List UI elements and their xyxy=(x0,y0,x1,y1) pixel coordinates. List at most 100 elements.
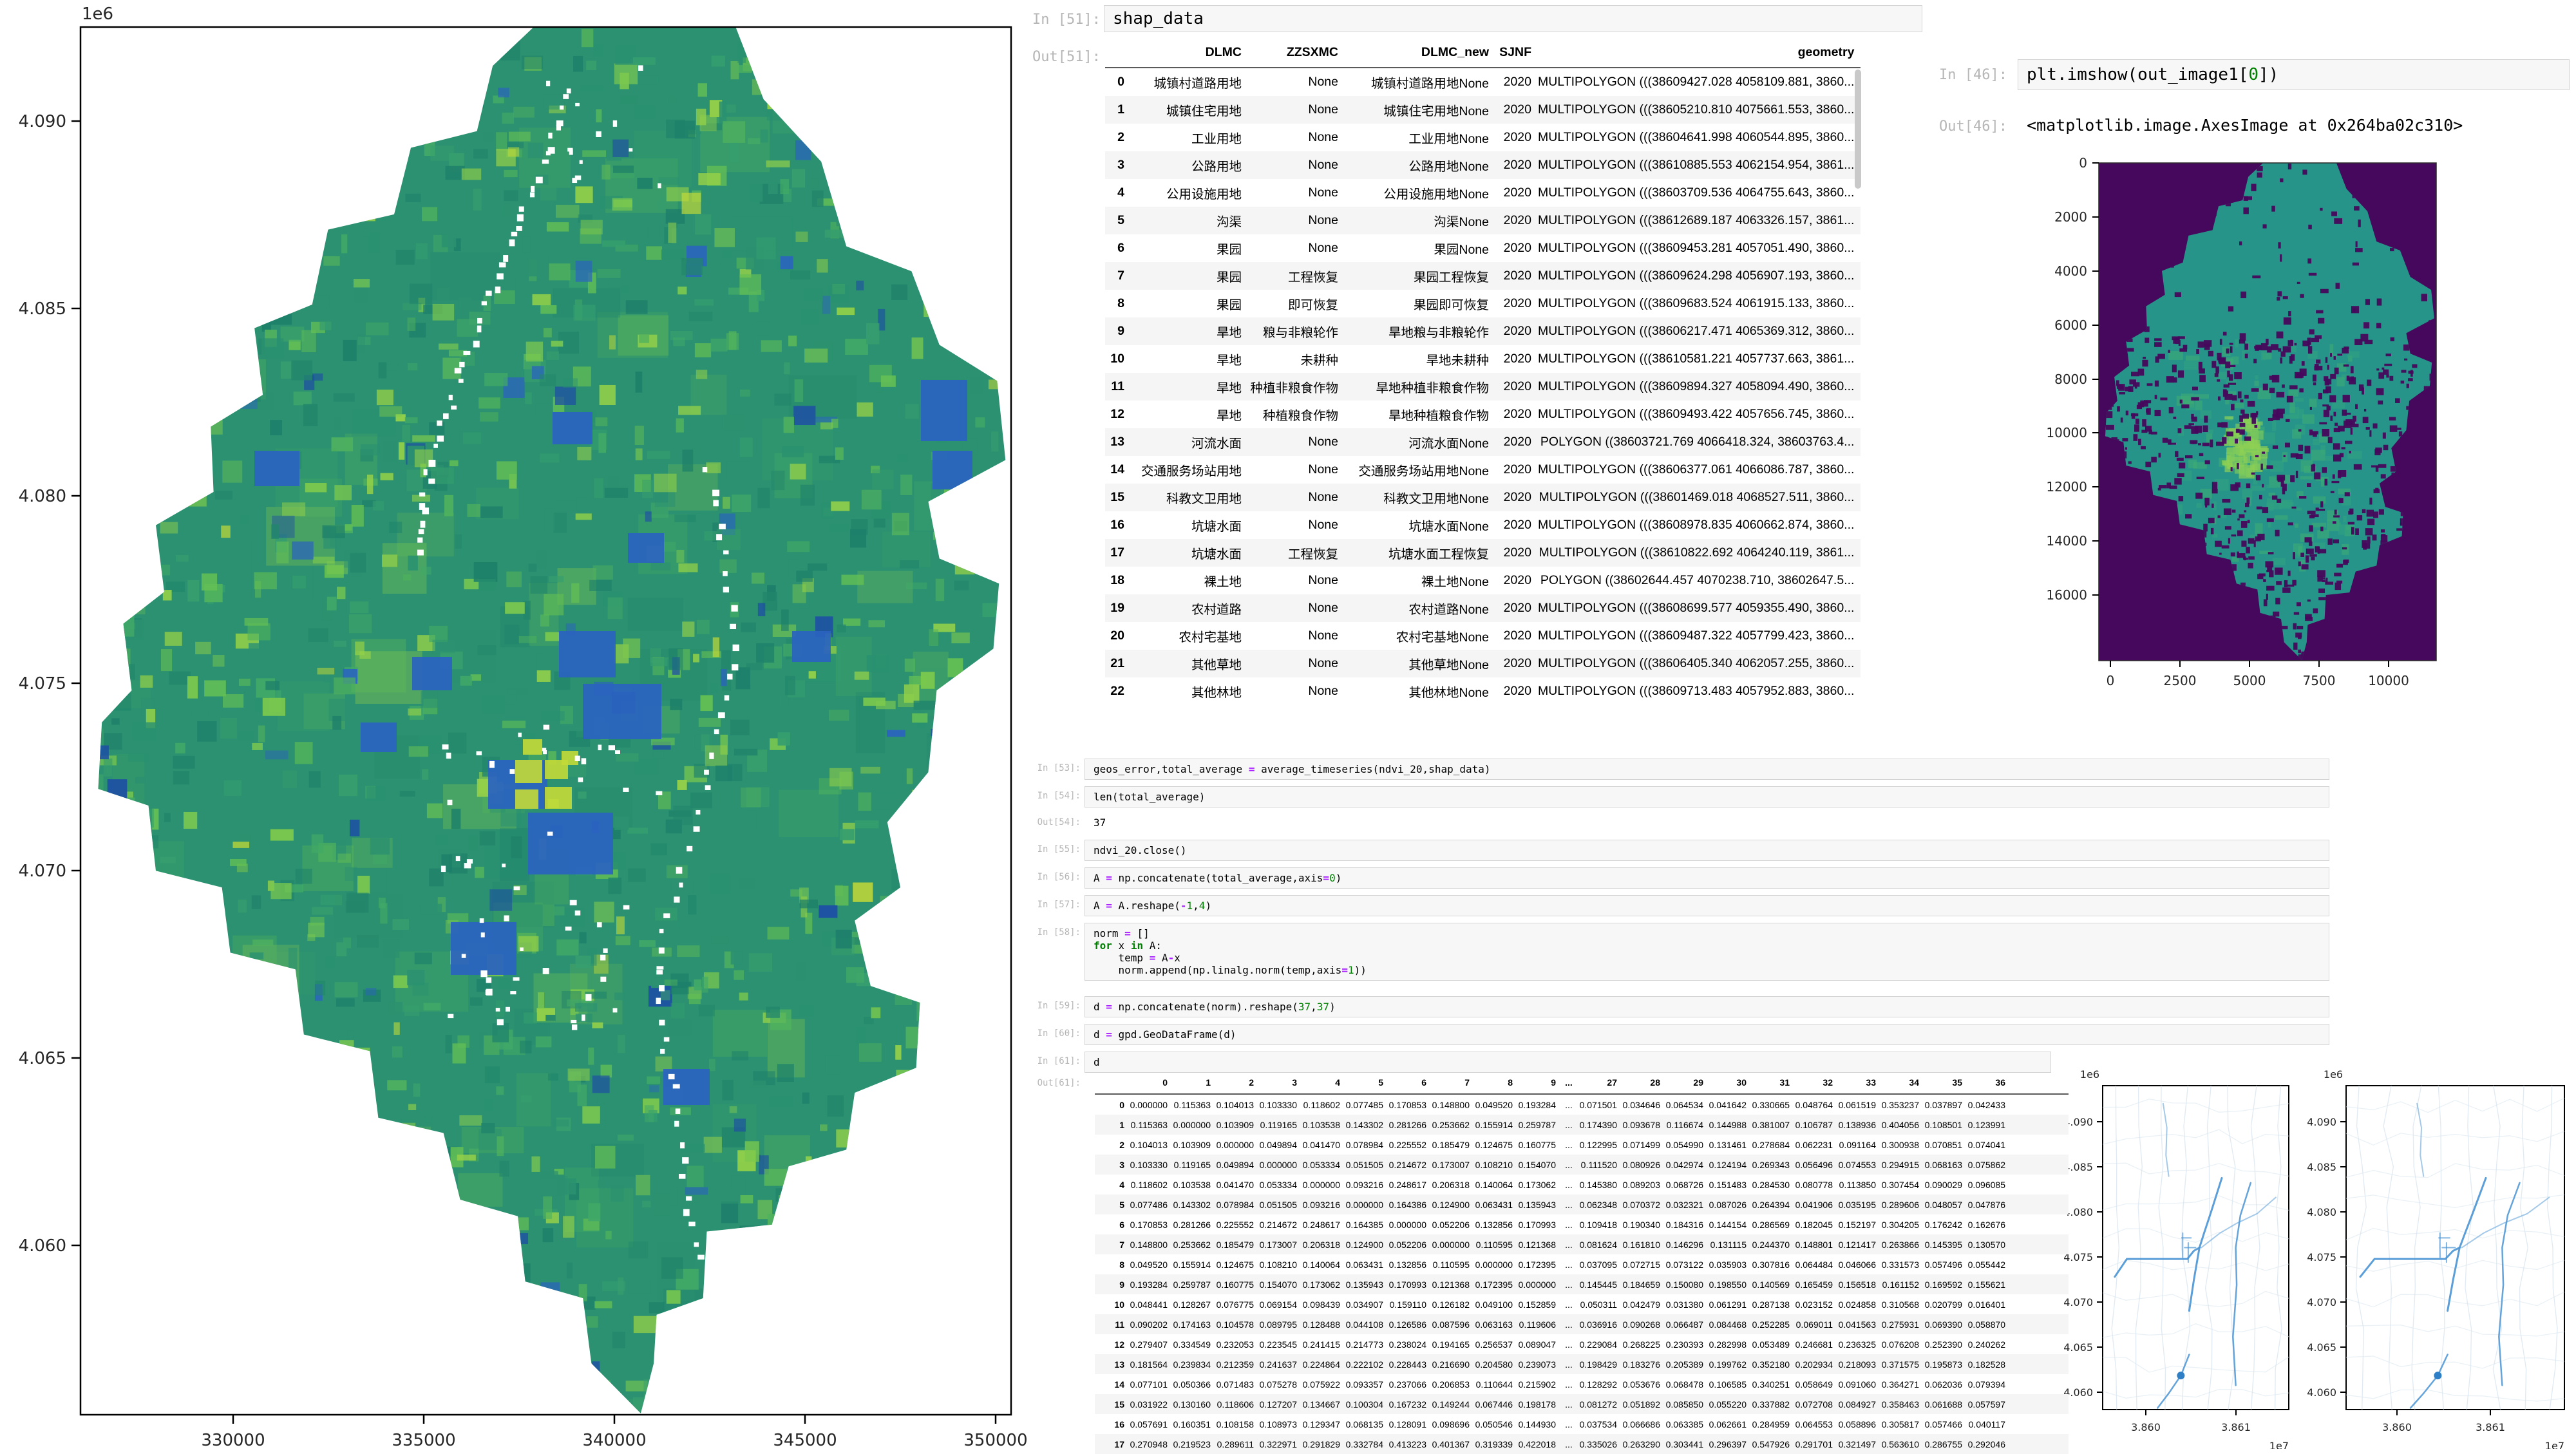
code-cell-input[interactable]: norm = []for x in A: temp = A-x norm.app… xyxy=(1084,923,2329,981)
code-cell-input[interactable]: d = gpd.GeoDataFrame(d) xyxy=(1084,1024,2329,1045)
table-row: 8果园即可恢复果园即可恢复2020MULTIPOLYGON (((3860968… xyxy=(1105,290,1861,317)
table-cell: 0.047876 xyxy=(1966,1194,2009,1214)
table-cell: 果园 xyxy=(1131,262,1248,290)
table-cell: 0.237066 xyxy=(1387,1374,1430,1394)
table-cell: 0.103538 xyxy=(1301,1115,1344,1135)
table-cell: 沟渠None xyxy=(1345,207,1495,234)
row-index: 5 xyxy=(1095,1194,1128,1214)
code-cell-input[interactable]: len(total_average) xyxy=(1084,786,2329,807)
table-cell: 0.364271 xyxy=(1880,1374,1923,1394)
table-row: 80.0495200.1559140.1246750.1082100.14006… xyxy=(1095,1254,2069,1274)
row-index: 15 xyxy=(1105,484,1131,511)
table-cell: 即可恢复 xyxy=(1248,290,1345,317)
table-cell: 0.335026 xyxy=(1578,1434,1621,1454)
column-header: 3 xyxy=(1258,1072,1301,1094)
table-cell: 0.214672 xyxy=(1258,1214,1301,1234)
table-cell: 0.126182 xyxy=(1430,1294,1473,1314)
table-cell: 农村道路None xyxy=(1345,594,1495,622)
table-cell: 0.068135 xyxy=(1344,1414,1387,1434)
row-index: 6 xyxy=(1095,1214,1128,1234)
table-cell: 旱地未耕种 xyxy=(1345,345,1495,373)
table-cell: 0.229084 xyxy=(1578,1334,1621,1354)
code-cell-input[interactable]: geos_error,total_average = average_times… xyxy=(1084,759,2329,780)
table-cell: 0.090029 xyxy=(1923,1175,1966,1194)
code-text[interactable]: geos_error,total_average = average_times… xyxy=(1085,759,2329,775)
code-text[interactable]: plt.imshow(out_image1[0]) xyxy=(2018,60,2569,90)
table-cell: 2020 xyxy=(1495,677,1538,705)
row-index: 17 xyxy=(1105,539,1131,567)
code-text[interactable]: norm = []for x in A: temp = A-x norm.app… xyxy=(1085,923,2329,976)
table-cell: 公用设施用地 xyxy=(1131,179,1248,207)
table-row: 150.0319220.1301600.1186060.1272070.1346… xyxy=(1095,1394,2069,1414)
table-cell: 工程恢复 xyxy=(1248,262,1345,290)
code-text[interactable]: d = np.concatenate(norm).reshape(37,37) xyxy=(1085,997,2329,1013)
table-cell: 0.103330 xyxy=(1128,1155,1171,1175)
table-cell: ... xyxy=(1560,1274,1578,1294)
table-cell: 0.248617 xyxy=(1387,1175,1430,1194)
table-cell: 0.172395 xyxy=(1517,1254,1560,1274)
column-header xyxy=(1105,37,1131,68)
table-cell: 0.049894 xyxy=(1215,1155,1258,1175)
table-cell: MULTIPOLYGON (((38606377.061 4066086.787… xyxy=(1538,456,1861,484)
code-cell-imshow[interactable]: plt.imshow(out_image1[0]) xyxy=(2018,59,2570,90)
table-cell: 0.048764 xyxy=(1794,1094,1837,1115)
table-cell: 0.144988 xyxy=(1707,1115,1750,1135)
table-cell: 0.164385 xyxy=(1344,1214,1387,1234)
table-cell: 0.238024 xyxy=(1387,1334,1430,1354)
table-cell: None xyxy=(1248,511,1345,539)
table-cell: 0.422018 xyxy=(1517,1434,1560,1454)
code-text[interactable]: ndvi_20.close() xyxy=(1085,840,2329,856)
table-cell: 0.103538 xyxy=(1171,1175,1215,1194)
table-cell: 0.334549 xyxy=(1171,1334,1215,1354)
table-cell: 0.321497 xyxy=(1837,1434,1880,1454)
table-cell: 0.122995 xyxy=(1578,1135,1621,1155)
code-cell-input[interactable]: d = np.concatenate(norm).reshape(37,37) xyxy=(1084,996,2329,1017)
table-cell: 0.058896 xyxy=(1837,1414,1880,1434)
code-text[interactable]: d xyxy=(1085,1052,2050,1068)
column-header: 0 xyxy=(1128,1072,1171,1094)
code-cell-input[interactable]: d xyxy=(1084,1052,2051,1073)
code-text[interactable]: shap_data xyxy=(1104,6,1922,32)
table-cell: None xyxy=(1248,650,1345,677)
table-cell: 0.118602 xyxy=(1301,1094,1344,1115)
table-cell: 0.054990 xyxy=(1664,1135,1707,1155)
table-cell: 0.098696 xyxy=(1430,1414,1473,1434)
spacer xyxy=(2009,1214,2069,1234)
table-cell: 0.089203 xyxy=(1621,1175,1664,1194)
table-cell: 种植非粮食作物 xyxy=(1248,373,1345,401)
code-text[interactable]: A = A.reshape(-1,4) xyxy=(1085,896,2329,912)
code-text[interactable]: d = gpd.GeoDataFrame(d) xyxy=(1085,1024,2329,1041)
table-cell: 0.121368 xyxy=(1430,1274,1473,1294)
table-cell: MULTIPOLYGON (((38603709.536 4064755.643… xyxy=(1538,179,1861,207)
table-row: 5沟渠None沟渠None2020MULTIPOLYGON (((3861268… xyxy=(1105,207,1861,234)
table-row: 9旱地粮与非粮轮作旱地粮与非粮轮作2020MULTIPOLYGON (((386… xyxy=(1105,317,1861,345)
table-cell: 0.034907 xyxy=(1344,1294,1387,1314)
table-cell: 0.381007 xyxy=(1750,1115,1794,1135)
code-cell-input[interactable]: A = np.concatenate(total_average,axis=0) xyxy=(1084,867,2329,889)
table-cell: MULTIPOLYGON (((38609624.298 4056907.193… xyxy=(1538,262,1861,290)
code-cell-input[interactable]: A = A.reshape(-1,4) xyxy=(1084,895,2329,916)
code-text[interactable]: A = np.concatenate(total_average,axis=0) xyxy=(1085,868,2329,884)
table-scrollbar[interactable] xyxy=(1855,70,1861,189)
cell-prompt-in51: In [51]: xyxy=(966,12,1101,28)
table-cell: 0.042974 xyxy=(1664,1155,1707,1175)
row-index: 10 xyxy=(1095,1294,1128,1314)
table-row: 140.0771010.0503660.0714830.0752780.0759… xyxy=(1095,1374,2069,1394)
row-index: 15 xyxy=(1095,1394,1128,1414)
table-row: 21其他草地None其他草地None2020MULTIPOLYGON (((38… xyxy=(1105,650,1861,677)
table-cell: 0.104013 xyxy=(1215,1094,1258,1115)
table-cell: 0.020799 xyxy=(1923,1294,1966,1314)
table-cell: 0.167232 xyxy=(1387,1394,1430,1414)
table-cell: 0.093216 xyxy=(1301,1194,1344,1214)
row-index: 3 xyxy=(1095,1155,1128,1175)
table-cell: 2020 xyxy=(1495,262,1538,290)
code-cell-shap-data[interactable]: shap_data xyxy=(1104,5,1922,32)
table-cell: None xyxy=(1248,68,1345,96)
table-cell: 0.270948 xyxy=(1128,1434,1171,1454)
table-row: 90.1932840.2597870.1607750.1540700.17306… xyxy=(1095,1274,2069,1294)
row-index: 12 xyxy=(1105,401,1131,428)
table-cell: 农村道路 xyxy=(1131,594,1248,622)
table-row: 40.1186020.1035380.0414700.0533340.00000… xyxy=(1095,1175,2069,1194)
code-cell-input[interactable]: ndvi_20.close() xyxy=(1084,840,2329,861)
code-text[interactable]: len(total_average) xyxy=(1085,787,2329,803)
